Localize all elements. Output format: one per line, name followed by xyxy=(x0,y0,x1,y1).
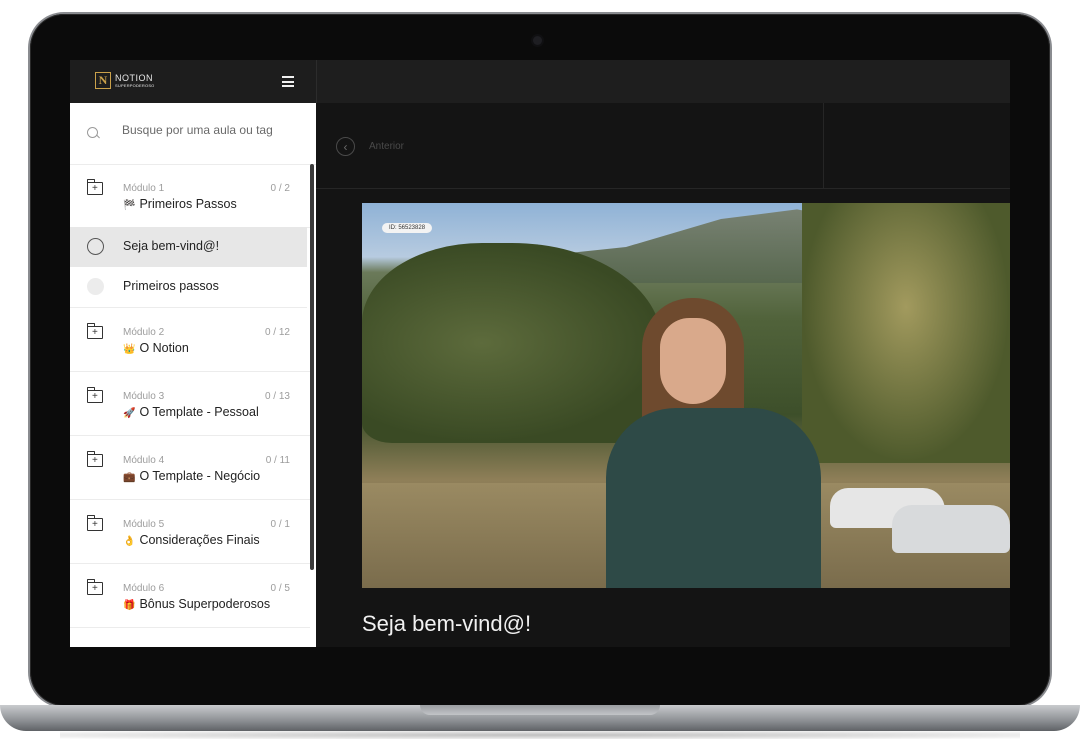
module-label: Módulo 3 xyxy=(123,391,165,402)
previous-label: Anterior xyxy=(369,141,405,152)
nav-divider xyxy=(823,103,824,189)
screen: N NOTION SUPERPODEROSO + Módulo 1 0 / 2 … xyxy=(70,60,1010,647)
module-label: Módulo 1 xyxy=(123,183,165,194)
sidebar-header: N NOTION SUPERPODEROSO xyxy=(70,60,316,103)
chevron-left-icon: ‹ xyxy=(336,137,355,156)
video-player[interactable]: ID: 56523828 xyxy=(362,203,1010,588)
previous-lesson-button[interactable]: ‹ Anterior xyxy=(336,137,404,156)
video-frame-car xyxy=(892,505,1010,553)
course-sidebar: N NOTION SUPERPODEROSO + Módulo 1 0 / 2 … xyxy=(70,60,316,647)
module-item[interactable]: + Módulo 3 0 / 13 🚀 O Template - Pessoal xyxy=(70,372,310,436)
module-item[interactable]: + Módulo 1 0 / 2 🏁 Primeiros Passos xyxy=(70,164,310,228)
lesson-heading: Seja bem-vind@! xyxy=(362,611,532,636)
module-title-text: Primeiros Passos xyxy=(139,197,237,211)
module-title-text: O Notion xyxy=(139,341,189,355)
module-title-text: Bônus Superpoderosos xyxy=(139,597,271,611)
module-progress: 0 / 2 xyxy=(270,183,290,194)
folder-plus-icon: + xyxy=(86,323,103,339)
laptop-base-notch xyxy=(420,705,660,715)
module-title-text: Considerações Finais xyxy=(139,533,260,547)
search-bar xyxy=(70,103,316,165)
lesson-status-circle-icon xyxy=(87,238,104,255)
module-progress: 0 / 5 xyxy=(270,583,290,594)
hamburger-menu-icon[interactable] xyxy=(282,76,294,87)
rocket-icon: 🚀 xyxy=(123,408,136,419)
search-input[interactable] xyxy=(122,123,302,137)
lesson-navigation: ‹ Anterior xyxy=(316,103,1010,189)
logo-mark: N xyxy=(95,72,111,89)
folder-plus-icon: + xyxy=(86,451,103,467)
brand-name: NOTION xyxy=(115,72,153,83)
module-title-text: O Template - Pessoal xyxy=(139,405,259,419)
presenter-body xyxy=(606,408,821,588)
module-progress: 0 / 11 xyxy=(265,455,290,466)
module-progress: 0 / 13 xyxy=(264,391,290,402)
module-title: 🏁 Primeiros Passos xyxy=(123,197,237,211)
module-item[interactable]: + Módulo 4 0 / 11 💼 O Template - Negócio xyxy=(70,436,310,500)
checkered-flag-icon: 🏁 xyxy=(123,200,136,211)
module-item[interactable]: + Módulo 5 0 / 1 👌 Considerações Finais xyxy=(70,500,310,564)
module-label: Módulo 4 xyxy=(123,455,165,466)
module-title: 👌 Considerações Finais xyxy=(123,533,260,547)
logo-text: NOTION SUPERPODEROSO xyxy=(115,72,155,88)
webcam xyxy=(533,36,542,45)
brand-tagline: SUPERPODEROSO xyxy=(115,82,155,88)
video-frame-trees xyxy=(802,203,1010,463)
folder-plus-icon: + xyxy=(86,515,103,531)
lesson-title: Primeiros passos xyxy=(123,279,219,293)
module-label: Módulo 6 xyxy=(123,583,165,594)
folder-plus-icon: + xyxy=(86,387,103,403)
module-label: Módulo 2 xyxy=(123,327,165,338)
folder-plus-icon: + xyxy=(86,179,103,195)
search-icon xyxy=(87,127,98,138)
presenter-face xyxy=(660,318,726,404)
brand-logo[interactable]: N NOTION SUPERPODEROSO xyxy=(95,72,155,89)
top-bar xyxy=(316,60,1010,103)
sidebar-scrollbar[interactable] xyxy=(310,164,314,570)
module-title: 🚀 O Template - Pessoal xyxy=(123,405,259,419)
module-title-text: O Template - Negócio xyxy=(139,469,261,483)
module-progress: 0 / 12 xyxy=(264,327,290,338)
lesson-item-active[interactable]: Seja bem-vind@! xyxy=(70,227,307,267)
video-id-badge: ID: 56523828 xyxy=(382,223,433,233)
ok-hand-icon: 👌 xyxy=(123,536,136,547)
folder-plus-icon: + xyxy=(86,579,103,595)
module-label: Módulo 5 xyxy=(123,519,165,530)
gift-icon: 🎁 xyxy=(123,600,136,611)
module-item[interactable]: + Módulo 2 0 / 12 👑 O Notion xyxy=(70,308,310,372)
module-title: 🎁 Bônus Superpoderosos xyxy=(123,597,270,611)
laptop-shadow xyxy=(60,731,1020,739)
module-title: 💼 O Template - Negócio xyxy=(123,469,260,483)
lesson-status-circle-icon xyxy=(87,278,104,295)
video-frame-presenter xyxy=(606,298,821,588)
module-progress: 0 / 1 xyxy=(270,519,290,530)
briefcase-icon: 💼 xyxy=(123,472,136,483)
crown-icon: 👑 xyxy=(123,344,136,355)
module-item[interactable]: + Módulo 6 0 / 5 🎁 Bônus Superpoderosos xyxy=(70,564,310,628)
lesson-title: Seja bem-vind@! xyxy=(123,239,220,253)
lesson-item[interactable]: Primeiros passos xyxy=(70,267,307,308)
module-title: 👑 O Notion xyxy=(123,341,189,355)
